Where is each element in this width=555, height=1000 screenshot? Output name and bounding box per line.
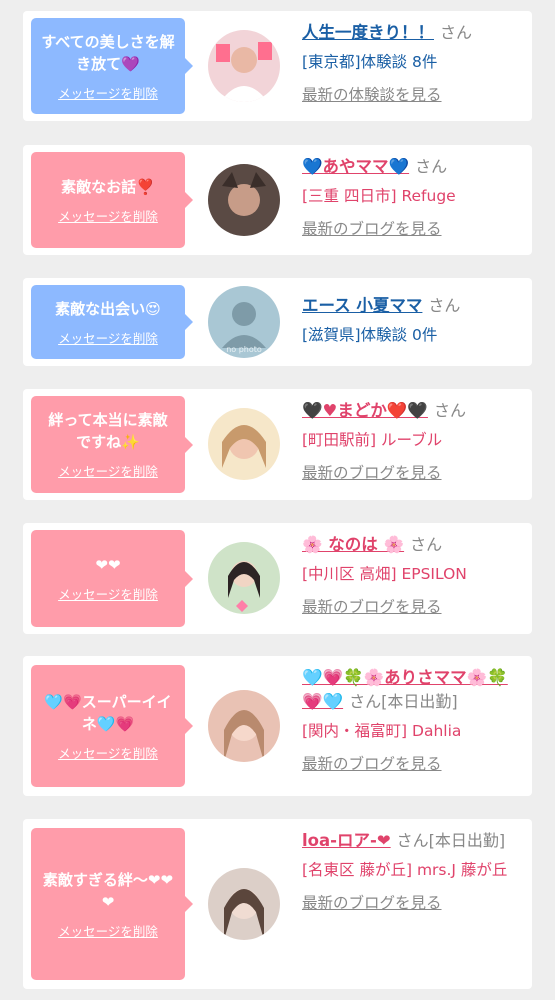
message-bubble: ❤❤ メッセージを削除	[31, 530, 193, 627]
delete-message-link[interactable]: メッセージを削除	[58, 921, 158, 940]
latest-link[interactable]: 最新の体験談を見る	[302, 84, 528, 106]
user-subtitle: [中川区 高畑] EPSILON	[302, 565, 467, 583]
user-subtitle: [町田駅前] ルーブル	[302, 431, 443, 449]
message-text: ❤❤	[95, 556, 121, 574]
latest-link[interactable]: 最新のブログを見る	[302, 218, 528, 240]
message-text: 素敵なお話❣️	[61, 177, 155, 196]
latest-link[interactable]: 最新のブログを見る	[302, 753, 528, 775]
avatar[interactable]: no photo	[208, 286, 280, 358]
honorific: さん	[440, 23, 473, 42]
avatar[interactable]	[208, 164, 280, 236]
delete-message-link[interactable]: メッセージを削除	[58, 328, 158, 347]
latest-link[interactable]: 最新のブログを見る	[302, 892, 528, 914]
honorific: さん[本日出勤]	[349, 692, 458, 711]
avatar[interactable]	[208, 30, 280, 102]
user-subtitle: [名東区 藤が丘] mrs.J 藤が丘	[302, 861, 508, 879]
user-info: エース 小夏ママ さん [滋賀県]体験談 0件	[302, 294, 528, 346]
message-bubble: すべての美しさを解き放て💜 メッセージを削除	[31, 18, 193, 114]
delete-message-link[interactable]: メッセージを削除	[58, 461, 158, 480]
user-name-link[interactable]: 💙あやママ💙	[302, 157, 409, 176]
user-subtitle: [滋賀県]体験談 0件	[302, 326, 438, 344]
message-bubble: 🩵💗スーパーイイネ🩵💗 メッセージを削除	[31, 665, 193, 787]
user-subtitle: [三重 四日市] Refuge	[302, 187, 456, 205]
honorific: さん	[410, 535, 443, 554]
user-name-link[interactable]: エース 小夏ママ	[302, 296, 422, 315]
latest-link[interactable]: 最新のブログを見る	[302, 596, 528, 618]
delete-message-link[interactable]: メッセージを削除	[58, 83, 158, 102]
user-subtitle: [関内・福富町] Dahlia	[302, 722, 462, 740]
latest-link[interactable]: 最新のブログを見る	[302, 462, 528, 484]
message-bubble: 素敵なお話❣️ メッセージを削除	[31, 152, 193, 248]
avatar[interactable]	[208, 868, 280, 940]
delete-message-link[interactable]: メッセージを削除	[58, 743, 158, 762]
user-name-link[interactable]: loa-ロア-❤	[302, 831, 391, 850]
message-text: 素敵すぎる絆〜❤❤❤	[42, 870, 174, 911]
no-photo-icon: no photo	[208, 286, 280, 358]
list-item: 素敵な出会い😍 メッセージを削除 no photo エース 小夏ママ さん [滋賀…	[23, 278, 532, 366]
message-list: すべての美しさを解き放て💜 メッセージを削除 人生一度きり！！ さん [東京都]体…	[0, 0, 555, 1000]
honorific: さん	[428, 296, 461, 315]
user-name-link[interactable]: 人生一度きり！！	[302, 23, 434, 42]
honorific: さん	[433, 401, 466, 420]
message-bubble: 素敵な出会い😍 メッセージを削除	[31, 285, 193, 359]
user-name-link[interactable]: 🖤♥まどか❤️🖤	[302, 401, 428, 420]
user-info: 🖤♥まどか❤️🖤 さん [町田駅前] ルーブル 最新のブログを見る	[302, 399, 528, 484]
avatar[interactable]	[208, 690, 280, 762]
honorific: さん[本日出勤]	[396, 831, 506, 850]
avatar[interactable]	[208, 542, 280, 614]
list-item: 絆って本当に素敵ですね✨ メッセージを削除 🖤♥まどか❤️🖤 さん [町田駅前] …	[23, 389, 532, 500]
message-text: 絆って本当に素敵ですね✨	[48, 411, 168, 451]
list-item: すべての美しさを解き放て💜 メッセージを削除 人生一度きり！！ さん [東京都]体…	[23, 11, 532, 121]
user-info: 🌸 なのは 🌸 さん [中川区 高畑] EPSILON 最新のブログを見る	[302, 533, 528, 618]
message-bubble: 絆って本当に素敵ですね✨ メッセージを削除	[31, 396, 193, 493]
message-text: 素敵な出会い😍	[55, 299, 161, 318]
no-photo-caption: no photo	[226, 345, 262, 354]
delete-message-link[interactable]: メッセージを削除	[58, 206, 158, 225]
message-bubble: 素敵すぎる絆〜❤❤❤ メッセージを削除	[31, 828, 193, 980]
user-subtitle: [東京都]体験談 8件	[302, 53, 438, 71]
list-item: ❤❤ メッセージを削除 🌸 なのは 🌸 さん [中川区 高畑] EPSILON 最…	[23, 523, 532, 634]
user-name-link[interactable]: 🌸 なのは 🌸	[302, 535, 404, 554]
list-item: 🩵💗スーパーイイネ🩵💗 メッセージを削除 🩵💗🍀🌸ありさママ🌸🍀💗🩵 さん[本日出…	[23, 656, 532, 796]
delete-message-link[interactable]: メッセージを削除	[58, 584, 158, 603]
list-item: 素敵すぎる絆〜❤❤❤ メッセージを削除 loa-ロア-❤ さん[本日出勤] [名東…	[23, 819, 532, 989]
list-item: 素敵なお話❣️ メッセージを削除 💙あやママ💙 さん [三重 四日市] Refug…	[23, 145, 532, 255]
user-info: 人生一度きり！！ さん [東京都]体験談 8件 最新の体験談を見る	[302, 21, 528, 106]
user-info: 💙あやママ💙 さん [三重 四日市] Refuge 最新のブログを見る	[302, 155, 528, 240]
user-info: loa-ロア-❤ さん[本日出勤] [名東区 藤が丘] mrs.J 藤が丘 最新の…	[302, 829, 528, 914]
user-info: 🩵💗🍀🌸ありさママ🌸🍀💗🩵 さん[本日出勤] [関内・福富町] Dahlia 最新…	[302, 666, 528, 775]
honorific: さん	[415, 157, 448, 176]
message-text: すべての美しさを解き放て💜	[41, 32, 175, 73]
message-text: 🩵💗スーパーイイネ🩵💗	[44, 692, 172, 733]
avatar[interactable]	[208, 408, 280, 480]
